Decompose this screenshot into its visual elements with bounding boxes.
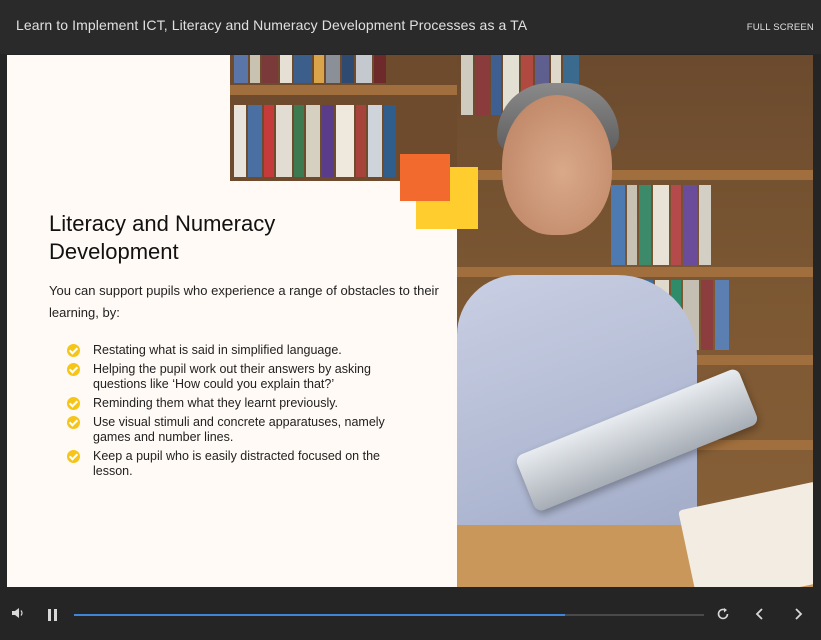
slide-intro: You can support pupils who experience a … bbox=[49, 283, 439, 320]
progress-bar[interactable] bbox=[74, 614, 704, 616]
check-icon bbox=[67, 363, 80, 376]
bullet-text: Helping the pupil work out their answers… bbox=[93, 362, 371, 391]
check-icon bbox=[67, 344, 80, 357]
progress-fill bbox=[74, 614, 566, 616]
check-icon bbox=[67, 397, 80, 410]
replay-icon[interactable] bbox=[716, 607, 730, 621]
bullet-text: Keep a pupil who is easily distracted fo… bbox=[93, 449, 380, 478]
bullet-item: Helping the pupil work out their answers… bbox=[67, 362, 412, 392]
bullet-item: Keep a pupil who is easily distracted fo… bbox=[67, 449, 412, 479]
title-bar: Learn to Implement ICT, Literacy and Num… bbox=[0, 0, 821, 54]
bullet-text: Restating what is said in simplified lan… bbox=[93, 343, 342, 357]
course-title: Learn to Implement ICT, Literacy and Num… bbox=[16, 17, 528, 33]
decorative-orange-square bbox=[400, 154, 450, 201]
bullet-text: Reminding them what they learnt previous… bbox=[93, 396, 339, 410]
prev-icon[interactable] bbox=[754, 607, 766, 621]
check-icon bbox=[67, 450, 80, 463]
slide-heading: Literacy and Numeracy Development bbox=[49, 211, 276, 264]
bullet-item: Use visual stimuli and concrete apparatu… bbox=[67, 415, 412, 445]
next-icon[interactable] bbox=[792, 607, 804, 621]
pause-icon[interactable] bbox=[48, 609, 58, 621]
slide: Literacy and Numeracy Development You ca… bbox=[7, 55, 813, 587]
volume-icon[interactable] bbox=[11, 606, 25, 620]
bullet-list: Restating what is said in simplified lan… bbox=[67, 343, 412, 483]
fullscreen-button[interactable]: FULL SCREEN bbox=[747, 22, 814, 33]
player-controls bbox=[0, 588, 821, 640]
person-head bbox=[502, 95, 612, 235]
bullet-text: Use visual stimuli and concrete apparatu… bbox=[93, 415, 385, 444]
bullet-item: Restating what is said in simplified lan… bbox=[67, 343, 412, 358]
open-book bbox=[678, 481, 813, 587]
teacher-photo bbox=[457, 55, 813, 587]
bullet-item: Reminding them what they learnt previous… bbox=[67, 396, 412, 411]
check-icon bbox=[67, 416, 80, 429]
